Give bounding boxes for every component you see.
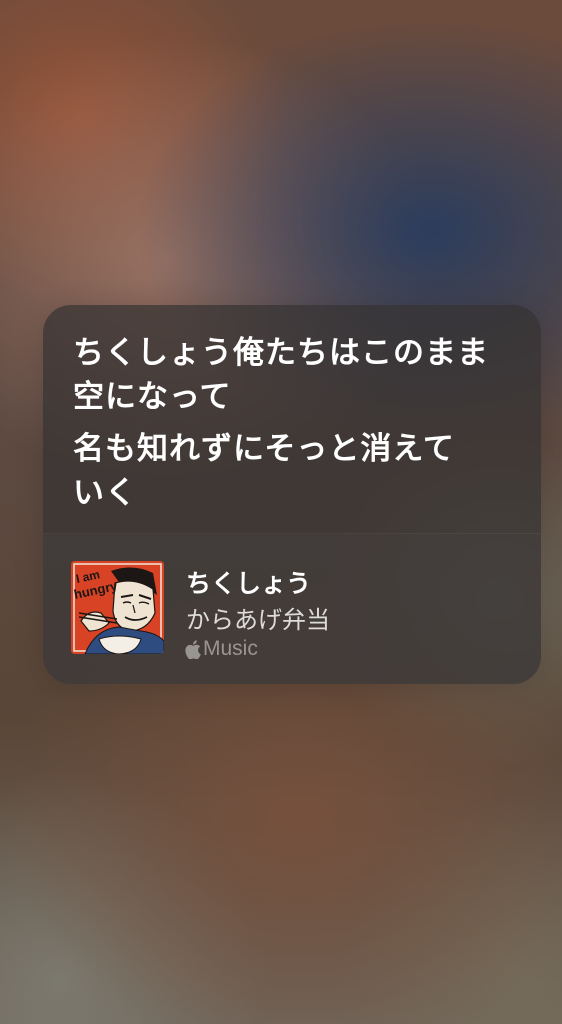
lyrics-block: ちくしょう俺たちはこのまま 空になって 名も知れずにそっと消えて いく bbox=[43, 305, 541, 533]
lyric-line: 名も知れずにそっと消えて bbox=[73, 431, 455, 467]
service-label: Music bbox=[203, 637, 258, 660]
album-artwork-illustration: I am hungry bbox=[71, 561, 164, 654]
album-artwork[interactable]: I am hungry bbox=[71, 561, 164, 654]
lyrics-share-card[interactable]: ちくしょう俺たちはこのまま 空になって 名も知れずにそっと消えて いく I am… bbox=[43, 305, 541, 684]
apple-logo-icon bbox=[185, 639, 201, 659]
lyric-line: 空になって bbox=[73, 379, 232, 415]
lyric-line: ちくしょう俺たちはこのまま bbox=[73, 335, 489, 371]
track-info[interactable]: I am hungry ちくしょう からあげ弁当 Music bbox=[43, 534, 541, 684]
artist-name: からあげ弁当 bbox=[186, 606, 330, 634]
apple-music-badge: Music bbox=[185, 637, 258, 661]
song-title: ちくしょう bbox=[186, 569, 312, 598]
lyric-line: いく bbox=[73, 475, 137, 511]
